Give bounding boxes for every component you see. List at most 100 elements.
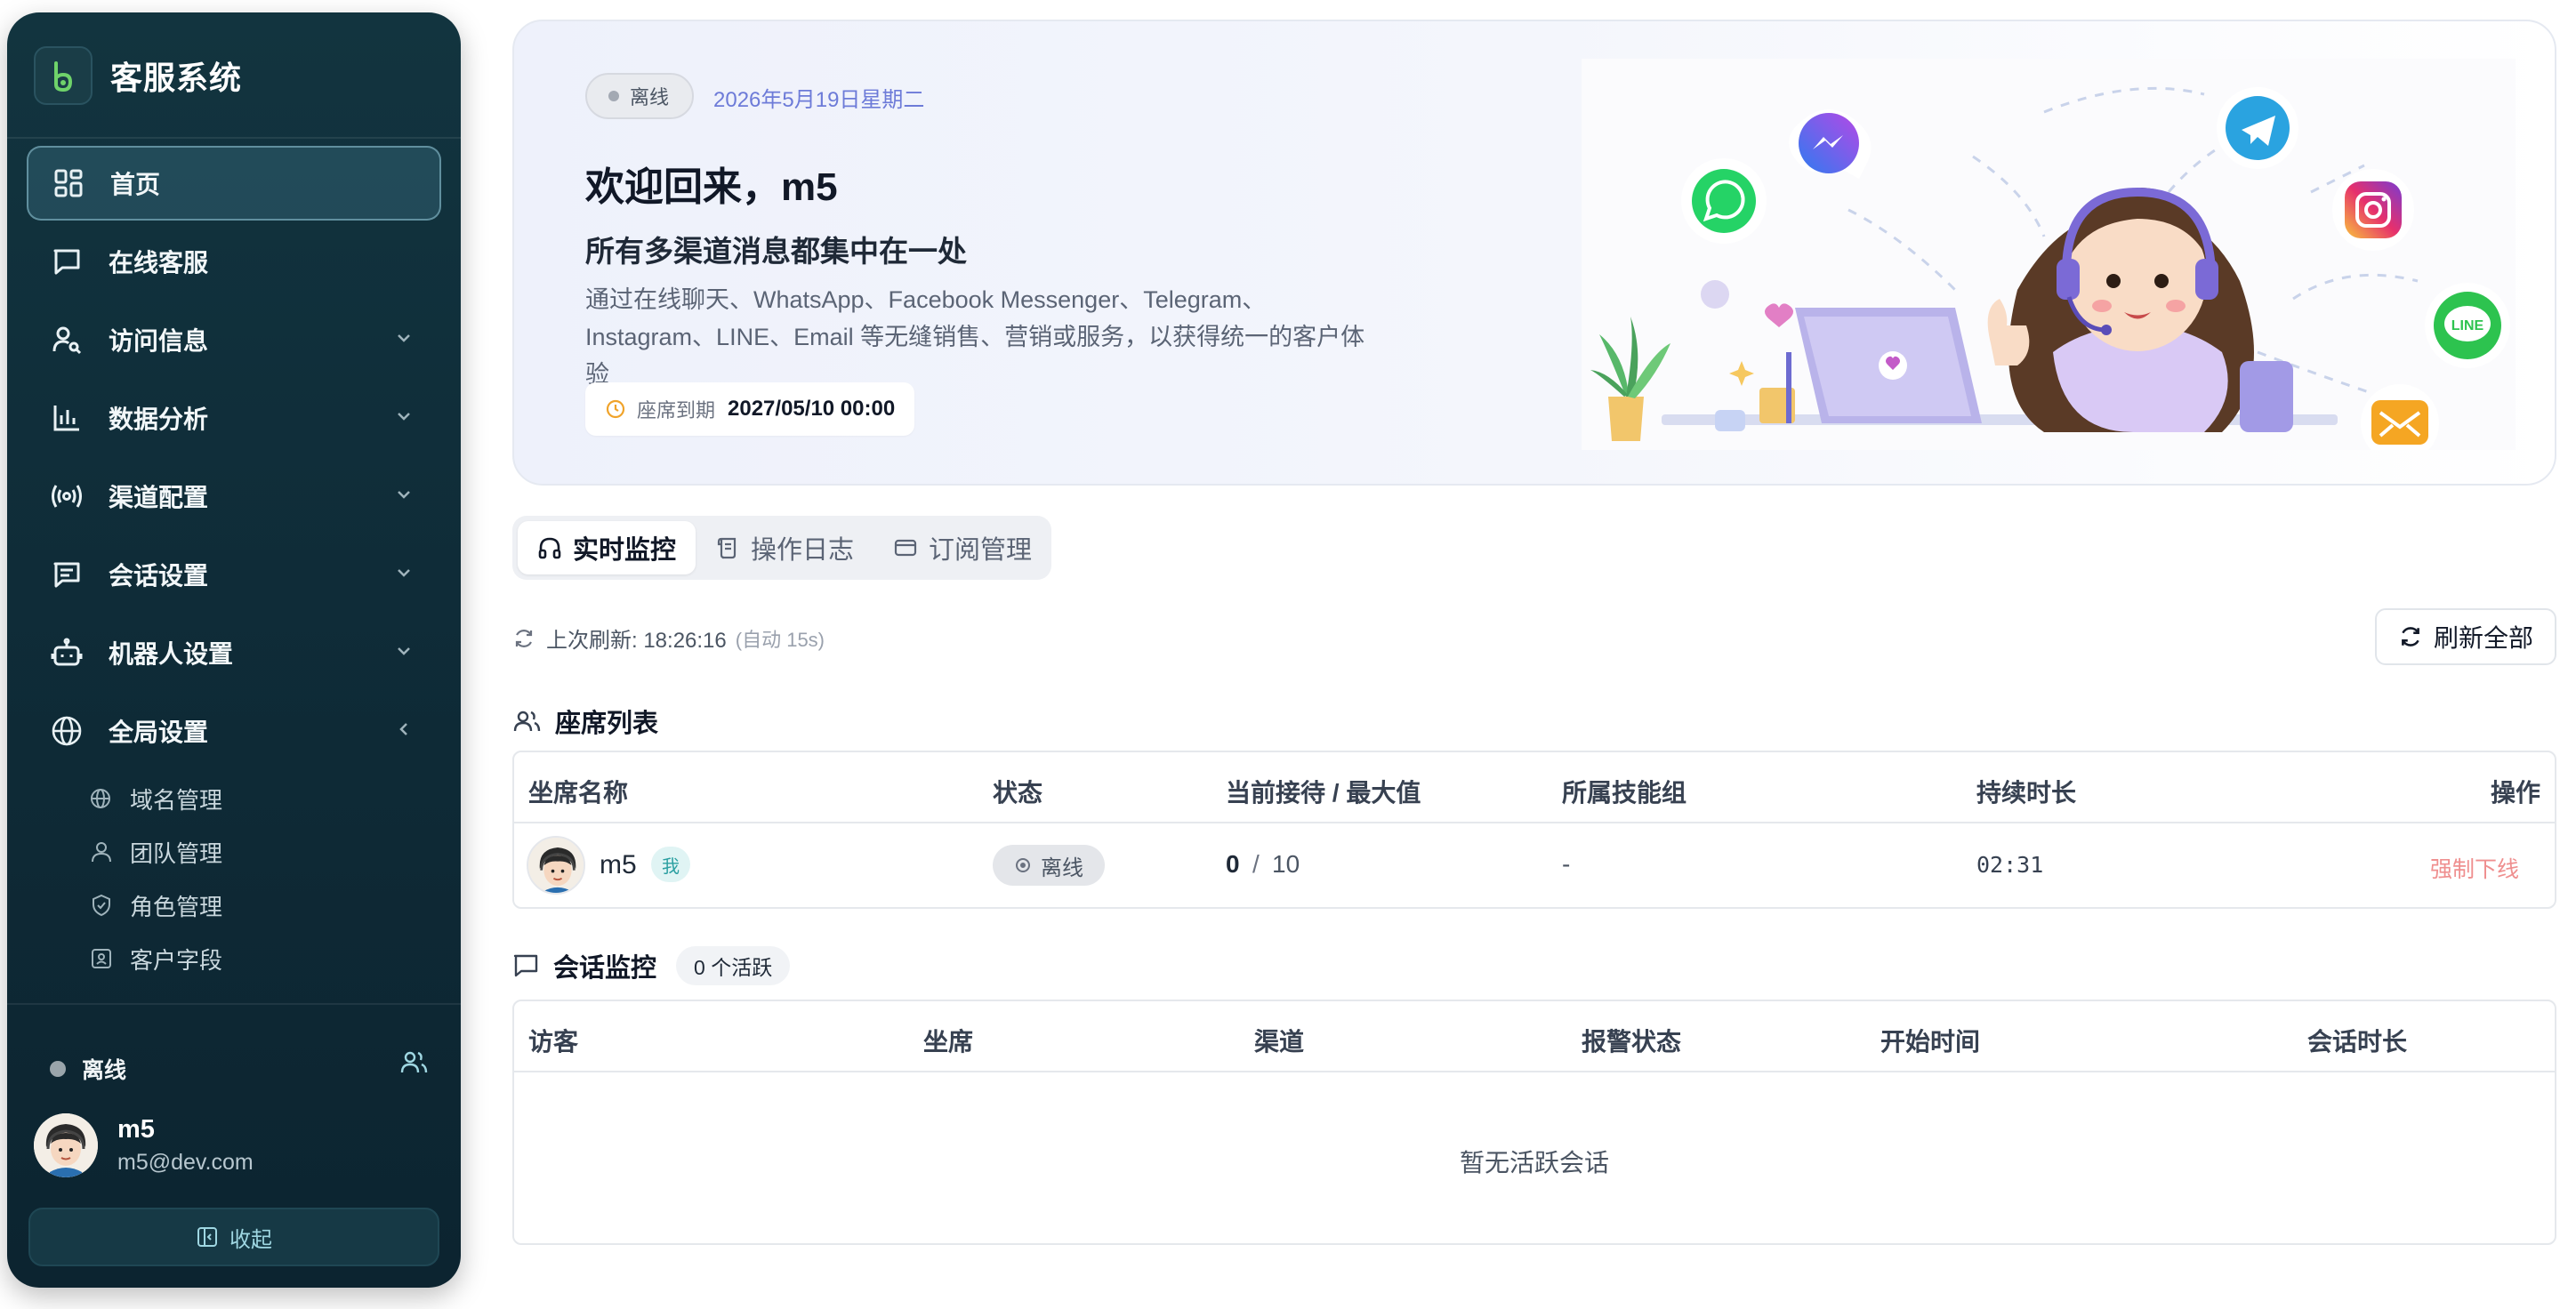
- column-header: 持续时长: [1976, 779, 2077, 807]
- users-icon: [513, 711, 541, 732]
- brand[interactable]: 客服系统: [34, 37, 242, 114]
- svg-text:LINE: LINE: [2451, 318, 2484, 333]
- avatar: [34, 1113, 98, 1177]
- status-badge: 离线: [585, 73, 695, 119]
- tab-label: 实时监控: [573, 536, 677, 565]
- sidebar-item-online-service[interactable]: 在线客服: [27, 224, 441, 299]
- offline-status-icon: [1016, 858, 1030, 872]
- page-subtitle: 所有多渠道消息都集中在一处: [585, 235, 967, 268]
- sidebar-item-home[interactable]: 首页: [27, 146, 441, 221]
- sidebar-collapse-icon: [197, 1227, 217, 1247]
- column-header: 会话时长: [2307, 1028, 2408, 1056]
- dashboard-icon: [52, 166, 85, 200]
- table-row: m5 我 离线 0 / 10 - 02:31 强制下线: [514, 823, 2555, 907]
- sidebar-item-global-settings[interactable]: 全局设置: [27, 694, 441, 768]
- session-monitor-header: 会话监控 0 个活跃: [512, 946, 791, 985]
- seat-list-title: 座席列表: [555, 710, 659, 738]
- active-count-badge: 0 个活跃: [676, 946, 791, 985]
- max-count: 10: [1272, 850, 1300, 878]
- skill-group: -: [1562, 850, 1571, 878]
- me-badge: 我: [651, 847, 690, 882]
- sidebar-item-analytics[interactable]: 数据分析: [27, 381, 441, 455]
- session-table: 访客 坐席 渠道 报警状态 开始时间 会话时长 暂无活跃会话: [512, 1000, 2556, 1245]
- column-header: 状态: [993, 779, 1043, 807]
- user-name: m5: [117, 1115, 155, 1144]
- sidebar-item-session-settings[interactable]: 会话设置: [27, 537, 441, 612]
- agent-status[interactable]: 离线: [50, 1053, 126, 1085]
- brand-name: 客服系统: [110, 60, 243, 96]
- description-line: 通过在线聊天、WhatsApp、Facebook Messenger、Teleg…: [585, 286, 1267, 313]
- page-title: 欢迎回来，m5: [585, 165, 838, 209]
- sidebar-subitem-label: 角色管理: [130, 893, 223, 920]
- broadcast-icon: [50, 479, 84, 513]
- duration: 02:31: [1976, 852, 2044, 878]
- sidebar-subitem-label: 客户字段: [130, 946, 223, 974]
- bar-chart-icon: [50, 401, 84, 435]
- tab-label: 订阅管理: [929, 536, 1033, 565]
- sidebar-item-label: 数据分析: [109, 406, 209, 433]
- collapse-button[interactable]: 收起: [28, 1208, 439, 1266]
- refresh-icon: [515, 629, 533, 647]
- column-header: 渠道: [1254, 1028, 1305, 1056]
- empty-state: 暂无活跃会话: [1459, 1149, 1609, 1176]
- tab-realtime-monitor[interactable]: 实时监控: [518, 521, 696, 574]
- sidebar-item-label: 在线客服: [109, 249, 209, 277]
- refresh-icon: [2402, 627, 2419, 646]
- current-count: 0: [1226, 850, 1240, 878]
- last-refresh: 上次刷新: 18:26:16 (自动 15s): [512, 622, 825, 654]
- robot-icon: [50, 636, 84, 670]
- column-header: 报警状态: [1582, 1028, 1682, 1056]
- sidebar-subitem-roles[interactable]: 角色管理: [27, 879, 441, 932]
- sidebar-item-channel-config[interactable]: 渠道配置: [27, 459, 441, 534]
- current-user[interactable]: m5 m5@dev.com: [34, 1113, 254, 1177]
- customer-service-illustration: LINE: [1582, 59, 2516, 450]
- seat-table: 坐席名称 状态 当前接待 / 最大值 所属技能组 持续时长 操作 m5 我 离线…: [512, 751, 2556, 909]
- chevron-down-icon: [398, 491, 410, 499]
- tab-operation-log[interactable]: 操作日志: [696, 521, 873, 574]
- sidebar-nav: 首页 在线客服 访问信息 数据分析 渠道配置 会话设置 机器人设置 全局设置 域…: [27, 146, 441, 985]
- status-badge-label: 离线: [1041, 855, 1083, 880]
- status-badge: 离线: [993, 845, 1105, 886]
- column-header: 操作: [2490, 779, 2540, 807]
- refresh-all-label: 刷新全部: [2433, 624, 2533, 652]
- headphones-icon: [538, 537, 561, 559]
- last-refresh-label: 上次刷新: 18:26:16: [546, 629, 727, 653]
- clock-icon: [606, 399, 625, 419]
- sidebar-item-visit-info[interactable]: 访问信息: [27, 302, 441, 377]
- user-icon: [89, 839, 114, 864]
- avatar: [527, 836, 585, 895]
- sidebar-divider: [7, 1003, 461, 1005]
- seat-list-header: 座席列表: [512, 703, 658, 740]
- force-offline-button[interactable]: 强制下线: [2430, 852, 2519, 884]
- column-header: 所属技能组: [1562, 779, 1687, 807]
- column-header: 访客: [528, 1028, 579, 1056]
- sidebar-item-label: 渠道配置: [109, 484, 209, 511]
- chevron-down-icon: [398, 413, 410, 421]
- globe-lock-icon: [89, 786, 114, 811]
- welcome-banner: 离线 2026年5月19日星期二 欢迎回来，m5 所有多渠道消息都集中在一处 通…: [512, 20, 2556, 486]
- tab-subscription[interactable]: 订阅管理: [873, 521, 1051, 574]
- sidebar-subitem-team[interactable]: 团队管理: [27, 825, 441, 879]
- auto-refresh-interval: (自动 15s): [735, 628, 825, 651]
- globe-icon: [50, 714, 84, 748]
- whatsapp-icon: [1681, 158, 1767, 244]
- sidebar-item-bot-settings[interactable]: 机器人设置: [27, 615, 441, 690]
- status-badge-label: 离线: [630, 86, 670, 108]
- tab-label: 操作日志: [751, 536, 855, 565]
- page-description: 通过在线聊天、WhatsApp、Facebook Messenger、Teleg…: [585, 281, 1368, 393]
- refresh-all-button[interactable]: 刷新全部: [2375, 608, 2556, 665]
- status-dot: [608, 91, 619, 101]
- seat-expiry-value: 2027/05/10 00:00: [728, 397, 896, 421]
- sidebar-subitem-domain[interactable]: 域名管理: [27, 772, 441, 825]
- sidebar-subitem-label: 团队管理: [130, 839, 223, 867]
- message-square-icon: [50, 558, 84, 591]
- session-table-header: 访客 坐席 渠道 报警状态 开始时间 会话时长: [514, 1001, 2555, 1072]
- chevron-down-icon: [398, 647, 410, 655]
- chevron-down-icon: [398, 334, 410, 342]
- column-header: 开始时间: [1880, 1028, 1981, 1056]
- sidebar-subitem-customer-fields[interactable]: 客户字段: [27, 932, 441, 985]
- seat-table-header: 坐席名称 状态 当前接待 / 最大值 所属技能组 持续时长 操作: [514, 752, 2555, 823]
- sidebar-item-label: 机器人设置: [109, 640, 234, 668]
- brand-logo-icon: [34, 46, 93, 105]
- users-icon[interactable]: [398, 1048, 429, 1078]
